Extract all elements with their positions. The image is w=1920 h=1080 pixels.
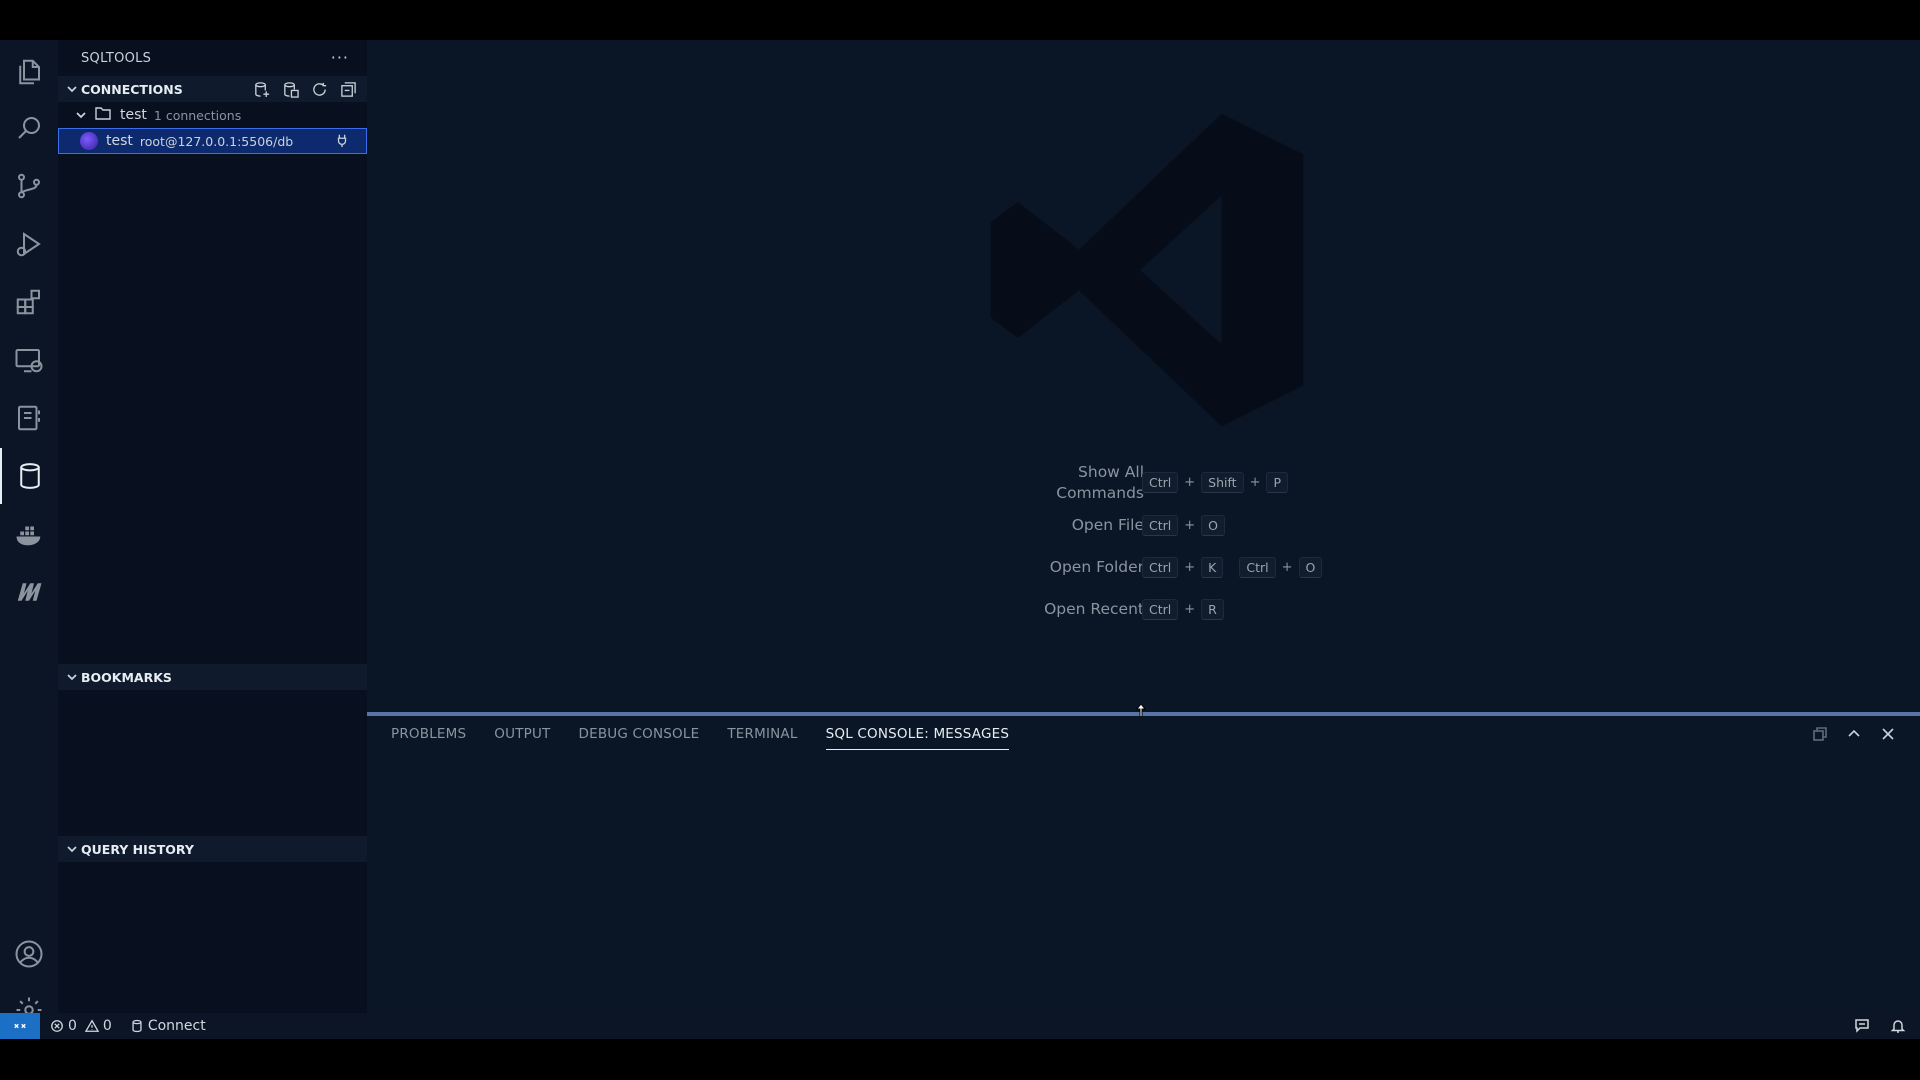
tab-problems[interactable]: PROBLEMS: [391, 726, 466, 750]
error-count: 0: [68, 1018, 77, 1034]
key: O: [1298, 557, 1323, 578]
shortcut-keys: Ctrl + K Ctrl + O: [1142, 557, 1323, 578]
sqltools-connect-status[interactable]: Connect: [130, 1018, 206, 1034]
panel-actions: [1812, 726, 1896, 742]
key: Shift: [1201, 472, 1244, 493]
mysql-connection-icon: [80, 132, 98, 150]
shortcut-label: Open File: [1071, 516, 1144, 534]
editor-area: Show All Commands Ctrl + Shift + P Open Fi…: [367, 40, 1920, 712]
sidebar-title: SQLTOOLS: [81, 50, 152, 66]
key: P: [1266, 472, 1289, 493]
source-control-icon[interactable]: [0, 158, 58, 214]
account-icon[interactable]: [0, 926, 58, 982]
tab-terminal[interactable]: TERMINAL: [727, 726, 797, 750]
group-count: 1 connections: [153, 107, 242, 123]
connection-detail: root@127.0.0.1:5506/db: [139, 133, 294, 149]
key: O: [1201, 515, 1225, 536]
close-panel-icon[interactable]: [1880, 726, 1896, 742]
key: Ctrl: [1142, 515, 1179, 536]
warning-count: 0: [102, 1018, 112, 1034]
database-icon[interactable]: [0, 448, 58, 504]
remote-icon: [14, 1023, 26, 1029]
maximize-panel-chevron-up-icon[interactable]: [1846, 726, 1862, 742]
folder-icon: [94, 104, 112, 126]
shortcut-keys: Ctrl + R: [1142, 599, 1224, 620]
new-sql-file-icon[interactable]: [282, 81, 299, 98]
database-small-icon: [132, 1019, 142, 1033]
shortcut-label: Show All: [1078, 463, 1144, 481]
collapse-all-icon[interactable]: [340, 81, 357, 98]
window-bottom-bar: [0, 1039, 1920, 1080]
connection-name: test: [106, 133, 133, 149]
connect-label: Connect: [147, 1018, 206, 1034]
window-top-bar: [0, 0, 1920, 40]
restore-panel-icon[interactable]: [1812, 726, 1828, 742]
connect-plug-icon[interactable]: [335, 133, 349, 151]
bookmarks-header-label: BOOKMARKS: [81, 669, 172, 685]
search-icon[interactable]: [0, 100, 58, 156]
tab-debug-console[interactable]: DEBUG CONSOLE: [579, 726, 700, 750]
shortcut-keys: Ctrl + O: [1142, 515, 1225, 536]
vscode-logo-watermark-icon: [990, 113, 1304, 427]
chevron-down-icon: [72, 109, 90, 121]
notebook-icon[interactable]: [0, 390, 58, 446]
sidebar: SQLTOOLS ··· CONNECTIONS test 1 connecti…: [58, 40, 367, 1013]
query-history-header-label: QUERY HISTORY: [81, 841, 194, 857]
connections-section-header[interactable]: CONNECTIONS: [58, 76, 367, 102]
shortcut-keys: Ctrl + Shift + P: [1142, 472, 1289, 493]
key: Ctrl: [1142, 557, 1179, 578]
tab-output[interactable]: OUTPUT: [494, 726, 550, 750]
status-right: [1854, 1018, 1906, 1034]
key: Ctrl: [1142, 599, 1179, 620]
key: Ctrl: [1142, 472, 1179, 493]
chevron-down-icon: [63, 843, 81, 855]
panel-tabs: PROBLEMS OUTPUT DEBUG CONSOLE TERMINAL S…: [391, 726, 1010, 750]
run-debug-icon[interactable]: [0, 216, 58, 272]
key: K: [1201, 557, 1224, 578]
refresh-icon[interactable]: [311, 81, 328, 98]
warning-icon: [84, 1019, 99, 1032]
shortcut-label: Commands: [1056, 484, 1144, 502]
explorer-icon[interactable]: [0, 44, 58, 100]
key: Ctrl: [1239, 557, 1276, 578]
connection-group-row[interactable]: test 1 connections: [58, 102, 367, 128]
mongodb-icon[interactable]: [0, 564, 58, 620]
shortcut-label: Open Recent: [1044, 600, 1144, 618]
extensions-icon[interactable]: [0, 274, 58, 330]
shortcut-label: Open Folder: [1049, 558, 1144, 576]
bookmarks-section-header[interactable]: BOOKMARKS: [58, 664, 367, 690]
key: R: [1201, 599, 1224, 620]
notifications-bell-icon[interactable]: [1890, 1018, 1906, 1034]
problems-status[interactable]: 0 0: [50, 1018, 112, 1034]
status-bar: 0 0 Connect: [0, 1013, 1920, 1039]
docker-icon[interactable]: [0, 506, 58, 562]
error-icon: [51, 1020, 63, 1032]
chevron-down-icon: [63, 671, 81, 683]
remote-indicator[interactable]: [0, 1013, 40, 1039]
group-name: test: [120, 107, 147, 123]
add-connection-icon[interactable]: [253, 81, 270, 98]
feedback-icon[interactable]: [1854, 1018, 1870, 1034]
query-history-section-header[interactable]: QUERY HISTORY: [58, 836, 367, 862]
remote-explorer-icon[interactable]: [0, 332, 58, 388]
bottom-panel: PROBLEMS OUTPUT DEBUG CONSOLE TERMINAL S…: [367, 716, 1920, 1013]
chevron-down-icon: [63, 83, 81, 95]
activity-bar: [0, 40, 58, 1023]
connections-header-label: CONNECTIONS: [81, 81, 183, 97]
tab-sql-console-messages[interactable]: SQL CONSOLE: MESSAGES: [825, 726, 1010, 750]
connection-item[interactable]: test root@127.0.0.1:5506/db: [58, 128, 367, 154]
more-actions-icon[interactable]: ···: [331, 48, 349, 67]
